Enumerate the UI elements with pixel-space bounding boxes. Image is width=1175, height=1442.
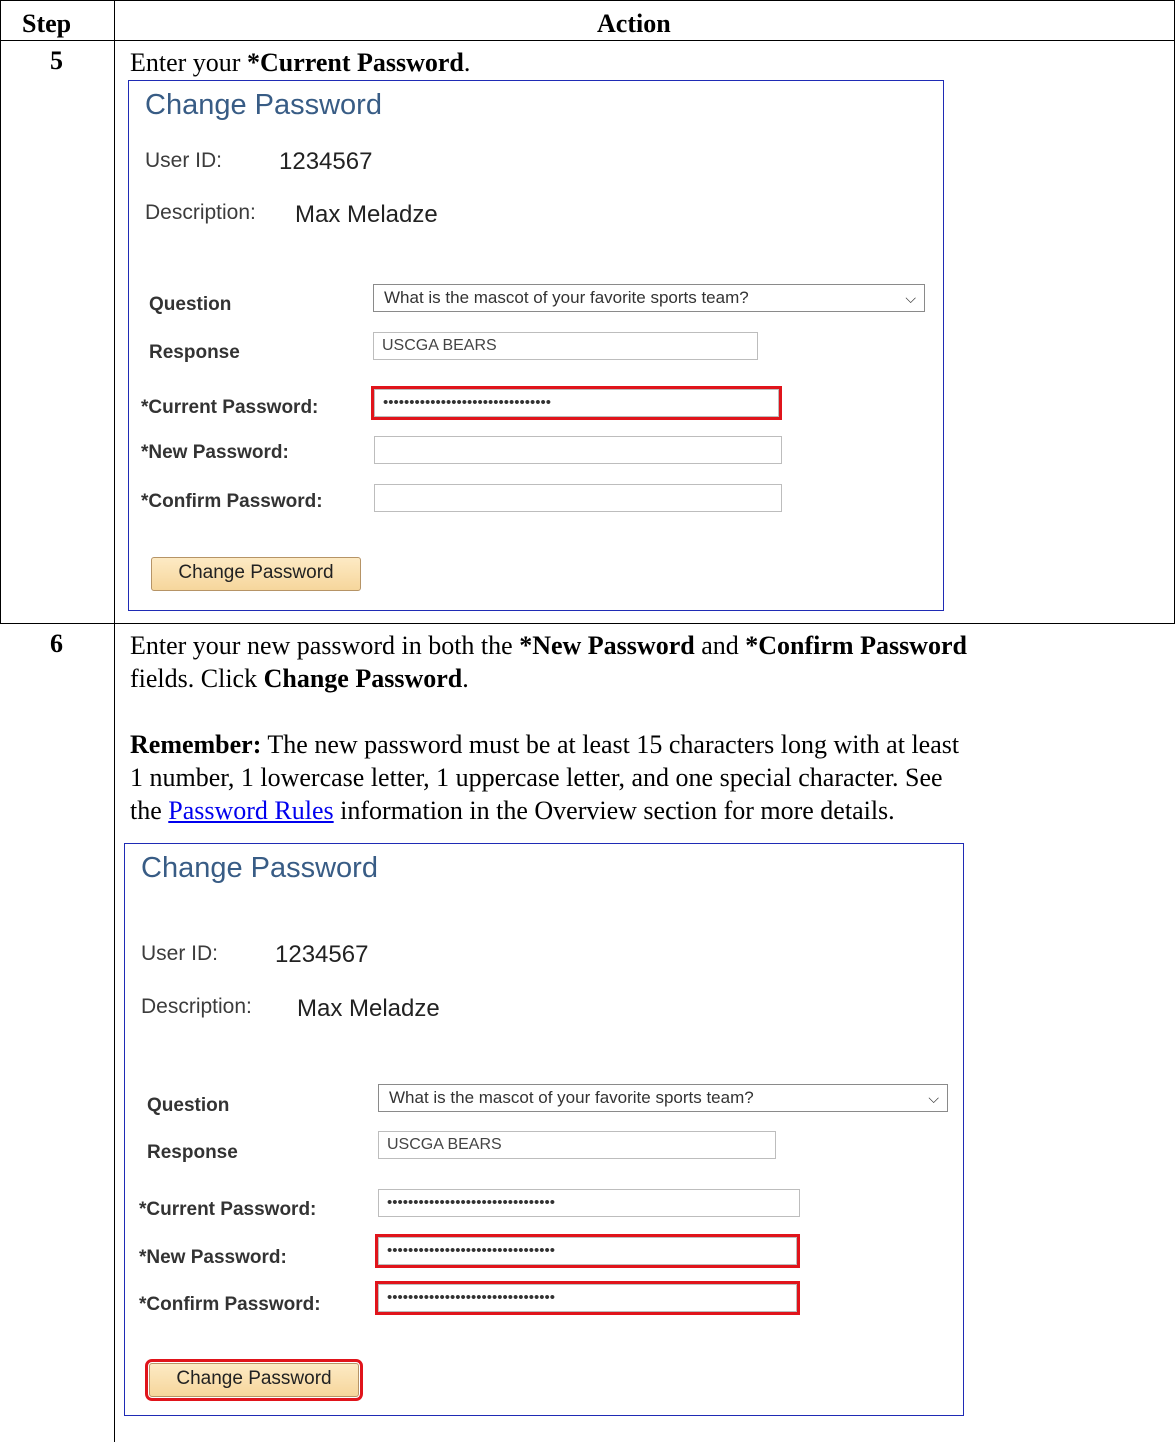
confirm-password-label: *Confirm Password: xyxy=(141,491,323,512)
confirm-password-field[interactable] xyxy=(374,484,782,512)
response-label: Response xyxy=(147,1142,238,1163)
text: the xyxy=(130,796,169,825)
text: and xyxy=(694,631,746,660)
question-select[interactable]: What is the mascot of your favorite spor… xyxy=(373,284,925,312)
change-password-button[interactable]: Change Password xyxy=(145,1359,363,1401)
form-title: Change Password xyxy=(141,852,378,884)
remember-line-2: 1 number, 1 lowercase letter, 1 uppercas… xyxy=(130,763,943,792)
user-id-label: User ID: xyxy=(145,149,223,172)
password-rules-link[interactable]: Password Rules xyxy=(168,796,333,825)
change-password-screenshot-2: Change Password User ID: 1234567 Descrip… xyxy=(124,843,964,1416)
question-select-value: What is the mascot of your favorite spor… xyxy=(389,1088,754,1107)
step-number: 5 xyxy=(50,46,63,75)
step-5-text: Enter your xyxy=(130,48,247,77)
text: . xyxy=(462,664,469,693)
description-label: Description: xyxy=(141,995,252,1018)
column-divider xyxy=(114,0,115,1442)
text: fields. Click xyxy=(130,664,264,693)
description-value: Max Meladze xyxy=(295,201,438,228)
confirm-password-label: *Confirm Password: xyxy=(139,1294,321,1315)
response-label: Response xyxy=(149,342,240,363)
step-5-field-name: *Current Password xyxy=(246,48,464,77)
current-password-field[interactable]: •••••••••••••••••••••••••••••••• xyxy=(371,386,782,420)
instruction-table: Step Action 5 Enter your *Current Passwo… xyxy=(0,0,1175,1442)
description-label: Description: xyxy=(145,201,256,224)
user-id-value: 1234567 xyxy=(275,941,369,968)
table-top-border xyxy=(0,0,1175,1)
step-number: 6 xyxy=(50,629,63,658)
step-6-line-1: Enter your new password in both the *New… xyxy=(130,629,1170,662)
user-id-label: User ID: xyxy=(141,942,219,965)
field-name: *Confirm Password xyxy=(745,631,967,660)
step-5-instruction: Enter your *Current Password. xyxy=(130,46,470,79)
new-password-label: *New Password: xyxy=(141,442,289,463)
text: information in the Overview section for … xyxy=(333,796,895,825)
header-action: Action xyxy=(597,9,671,38)
new-password-field[interactable]: •••••••••••••••••••••••••••••••• xyxy=(375,1234,800,1268)
current-password-label: *Current Password: xyxy=(141,397,319,418)
text: Enter your new password in both the xyxy=(130,631,520,660)
table-left-border xyxy=(0,0,1,624)
step-5-text-end: . xyxy=(463,48,471,77)
header-bottom-border xyxy=(0,40,1175,41)
text: The new password must be at least 15 cha… xyxy=(261,730,960,759)
current-password-field[interactable]: •••••••••••••••••••••••••••••••• xyxy=(378,1189,800,1217)
user-id-value: 1234567 xyxy=(279,148,373,175)
remember-line-1: Remember: The new password must be at le… xyxy=(130,728,1170,761)
step-6-line-2: fields. Click Change Password. xyxy=(130,662,1170,695)
question-select[interactable]: What is the mascot of your favorite spor… xyxy=(378,1084,948,1112)
button-name: Change Password xyxy=(263,664,463,693)
remember-label: Remember: xyxy=(130,730,262,759)
question-select-value: What is the mascot of your favorite spor… xyxy=(384,288,749,307)
header-step: Step xyxy=(22,9,72,38)
response-input[interactable]: USCGA BEARS xyxy=(378,1131,776,1159)
question-label: Question xyxy=(149,294,232,315)
row-5-bottom-border xyxy=(0,623,1175,624)
current-password-label: *Current Password: xyxy=(139,1199,317,1220)
description-value: Max Meladze xyxy=(297,995,440,1022)
confirm-password-field[interactable]: •••••••••••••••••••••••••••••••• xyxy=(375,1281,800,1315)
change-password-button[interactable]: Change Password xyxy=(151,557,361,591)
remember-line-3: the Password Rules information in the Ov… xyxy=(130,794,1170,827)
response-input[interactable]: USCGA BEARS xyxy=(373,332,758,360)
chevron-down-icon: ⌵ xyxy=(928,1090,939,1106)
chevron-down-icon: ⌵ xyxy=(905,290,916,306)
form-title: Change Password xyxy=(145,89,382,121)
question-label: Question xyxy=(147,1095,230,1116)
field-name: *New Password xyxy=(519,631,695,660)
step-6-instruction: Enter your new password in both the *New… xyxy=(130,629,1170,827)
new-password-label: *New Password: xyxy=(139,1247,287,1268)
change-password-screenshot-1: Change Password User ID: 1234567 Descrip… xyxy=(128,80,944,611)
new-password-field[interactable] xyxy=(374,436,782,464)
